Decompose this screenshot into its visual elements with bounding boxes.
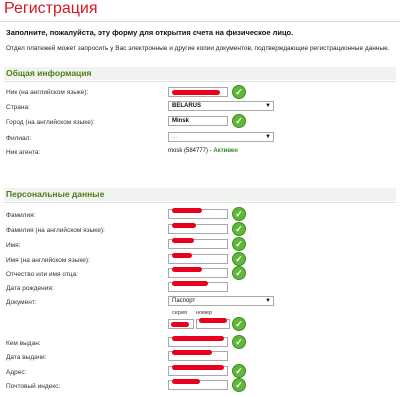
address-input[interactable] [168,365,228,376]
patronymic-label: Отчество или имя отца: [6,271,78,278]
surname-label: Фамилия: [6,212,36,219]
check-circle-icon: ✓ [232,335,246,349]
check-circle-icon: ✓ [232,266,246,280]
check-circle-icon: ✓ [232,85,246,99]
document-select[interactable]: Паспорт ▼ [168,296,274,306]
agent-status-badge: Активен [213,148,238,154]
issued-by-label: Кем выдан: [6,340,41,347]
redaction-mark [172,267,202,272]
nick-label: Ник (на английском языке): [6,89,89,96]
country-select[interactable]: BELARUS ▼ [168,101,274,111]
check-circle-icon: ✓ [232,207,246,221]
country-value: BELARUS [172,103,202,109]
chevron-down-icon: ▼ [265,134,271,140]
redaction-mark [172,253,192,258]
redaction-mark [172,379,200,384]
section-general-heading: Общая информация [6,68,92,78]
redaction-mark [199,318,227,323]
check-circle-icon: ✓ [232,222,246,236]
redaction-mark [172,238,194,243]
branch-value: ... [172,134,178,140]
birthdate-label: Дата рождения: [6,285,54,292]
section-personal-heading: Персональные данные [6,189,105,199]
chevron-down-icon: ▼ [265,103,271,109]
name-en-label: Имя (на английском языке): [6,257,90,264]
branch-label: Филиал: [6,135,32,142]
issue-date-label: Дата выдачи: [6,354,47,361]
patronymic-input[interactable] [168,267,228,278]
redaction-mark [172,281,208,286]
address-label: Адрес: [6,369,27,376]
check-circle-icon: ✓ [232,114,246,128]
passport-number-input[interactable] [196,318,230,329]
name-input[interactable] [168,238,228,249]
country-label: Страна: [6,104,30,111]
city-label: Город (на английском языке): [6,119,95,126]
postcode-label: Почтовый индекс: [6,383,61,390]
check-circle-icon: ✓ [232,237,246,251]
document-value: Паспорт [172,298,196,304]
branch-select[interactable]: ... ▼ [168,132,274,142]
redaction-mark [171,322,189,327]
name-label: Имя: [6,242,21,249]
redaction-mark [172,336,224,341]
issue-date-input[interactable] [168,350,228,361]
series-label: серия [172,310,187,316]
number-label: номер [196,310,212,316]
redaction-mark [172,365,224,370]
passport-series-input[interactable] [168,319,194,329]
check-circle-icon: ✓ [232,364,246,378]
section-general-info: Общая информация [4,67,396,80]
check-circle-icon: ✓ [232,378,246,392]
redaction-mark [172,90,220,95]
agent-label: Ник агента: [6,149,41,156]
section-personal-data: Персональные данные [4,188,396,201]
chevron-down-icon: ▼ [265,298,271,304]
nick-input[interactable] [168,87,228,97]
surname-en-input[interactable] [168,223,228,234]
postcode-input[interactable] [168,379,228,390]
agent-value: mosk (584777) - [168,148,214,154]
section-divider [4,202,396,203]
page-title: Регистрация [4,0,98,17]
document-label: Документ: [6,299,37,306]
surname-en-label: Фамилия (на английском языке): [6,227,105,234]
check-circle-icon: ✓ [232,317,246,331]
section-divider [4,81,396,82]
city-value: Minsk [172,118,190,124]
redaction-mark [172,208,202,213]
check-circle-icon: ✓ [232,252,246,266]
title-divider [0,21,400,22]
city-input[interactable]: Minsk [168,116,228,126]
redaction-mark [172,350,212,355]
birthdate-input[interactable] [168,281,228,292]
intro-text: Заполните, пожалуйста, эту форму для отк… [6,28,294,37]
issued-by-input[interactable] [168,336,228,347]
redaction-mark [172,223,196,228]
surname-input[interactable] [168,208,228,219]
name-en-input[interactable] [168,253,228,264]
agent-info: mosk (584777) - Активен [168,147,238,156]
documents-note: Отдел платежей может запросить у Вас эле… [6,45,390,52]
